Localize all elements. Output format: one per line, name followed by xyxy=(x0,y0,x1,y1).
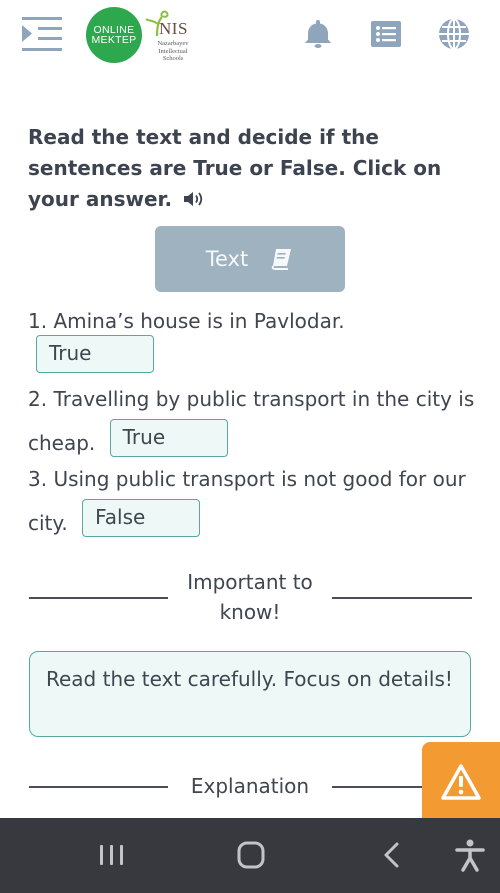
answer-dropdown-3[interactable]: False xyxy=(82,499,201,537)
nis-logo: NIS Nazarbayev Intellectual Schools xyxy=(143,8,198,64)
home-icon xyxy=(237,841,265,869)
text-button-label: Text xyxy=(205,247,249,271)
nis-title: NIS xyxy=(159,19,188,38)
language-button[interactable] xyxy=(436,16,472,52)
task-instruction: Read the text and decide if the sentence… xyxy=(28,122,478,215)
nis-subtitle-line: Nazarbayev xyxy=(157,40,189,47)
accessibility-button[interactable] xyxy=(450,836,490,876)
question-2: 2. Travelling by public transport in the… xyxy=(28,380,478,463)
online-mektep-logo[interactable]: ONLINE MEKTEP xyxy=(86,7,142,63)
divider-line xyxy=(332,786,424,788)
accessibility-icon xyxy=(455,839,485,872)
divider-line xyxy=(29,786,168,788)
menu-button[interactable] xyxy=(22,16,64,54)
explanation-heading: Explanation xyxy=(190,774,310,798)
top-bar: ONLINE MEKTEP NIS Nazarbayev Intellectua… xyxy=(0,0,500,75)
list-icon xyxy=(371,21,401,47)
instruction-text: Read the text and decide if the sentence… xyxy=(28,125,442,211)
tip-box: Read the text carefully. Focus on detail… xyxy=(29,651,471,737)
book-icon xyxy=(271,249,292,270)
answer-dropdown-1[interactable]: True xyxy=(36,335,154,373)
system-navigation-bar xyxy=(0,818,500,893)
back-button[interactable] xyxy=(372,836,412,876)
globe-icon xyxy=(439,18,469,50)
important-heading-line: Important to xyxy=(187,570,313,594)
notifications-button[interactable] xyxy=(300,16,336,52)
back-icon xyxy=(384,842,399,868)
question-1: 1. Amina’s house is in Pavlodar. True xyxy=(28,302,478,380)
question-3: 3. Using public transport is not good fo… xyxy=(28,460,478,543)
open-text-button[interactable]: Text xyxy=(155,226,345,292)
nis-subtitle: Nazarbayev Intellectual Schools xyxy=(149,40,197,63)
nis-subtitle-line: Schools xyxy=(162,55,184,62)
divider-line xyxy=(29,597,168,599)
recent-apps-button[interactable] xyxy=(92,836,132,876)
audio-button[interactable] xyxy=(183,186,207,206)
logo-text-line2: MEKTEP xyxy=(91,34,137,46)
answer-dropdown-2[interactable]: True xyxy=(109,419,228,457)
nis-subtitle-line: Intellectual xyxy=(158,47,188,55)
menu-collapse-icon xyxy=(22,17,62,51)
report-issue-button[interactable] xyxy=(422,742,500,822)
important-heading: Important to know! xyxy=(168,567,332,627)
question-text: 2. Travelling by public transport in the… xyxy=(28,387,475,455)
recent-apps-icon xyxy=(100,845,123,865)
speaker-icon xyxy=(184,192,203,206)
divider-line xyxy=(332,597,472,599)
tip-text: Read the text carefully. Focus on detail… xyxy=(46,667,453,691)
task-list-button[interactable] xyxy=(368,16,404,52)
home-button[interactable] xyxy=(231,836,271,876)
important-heading-line: know! xyxy=(219,600,281,624)
warning-icon xyxy=(441,764,481,800)
bell-icon xyxy=(305,20,331,48)
